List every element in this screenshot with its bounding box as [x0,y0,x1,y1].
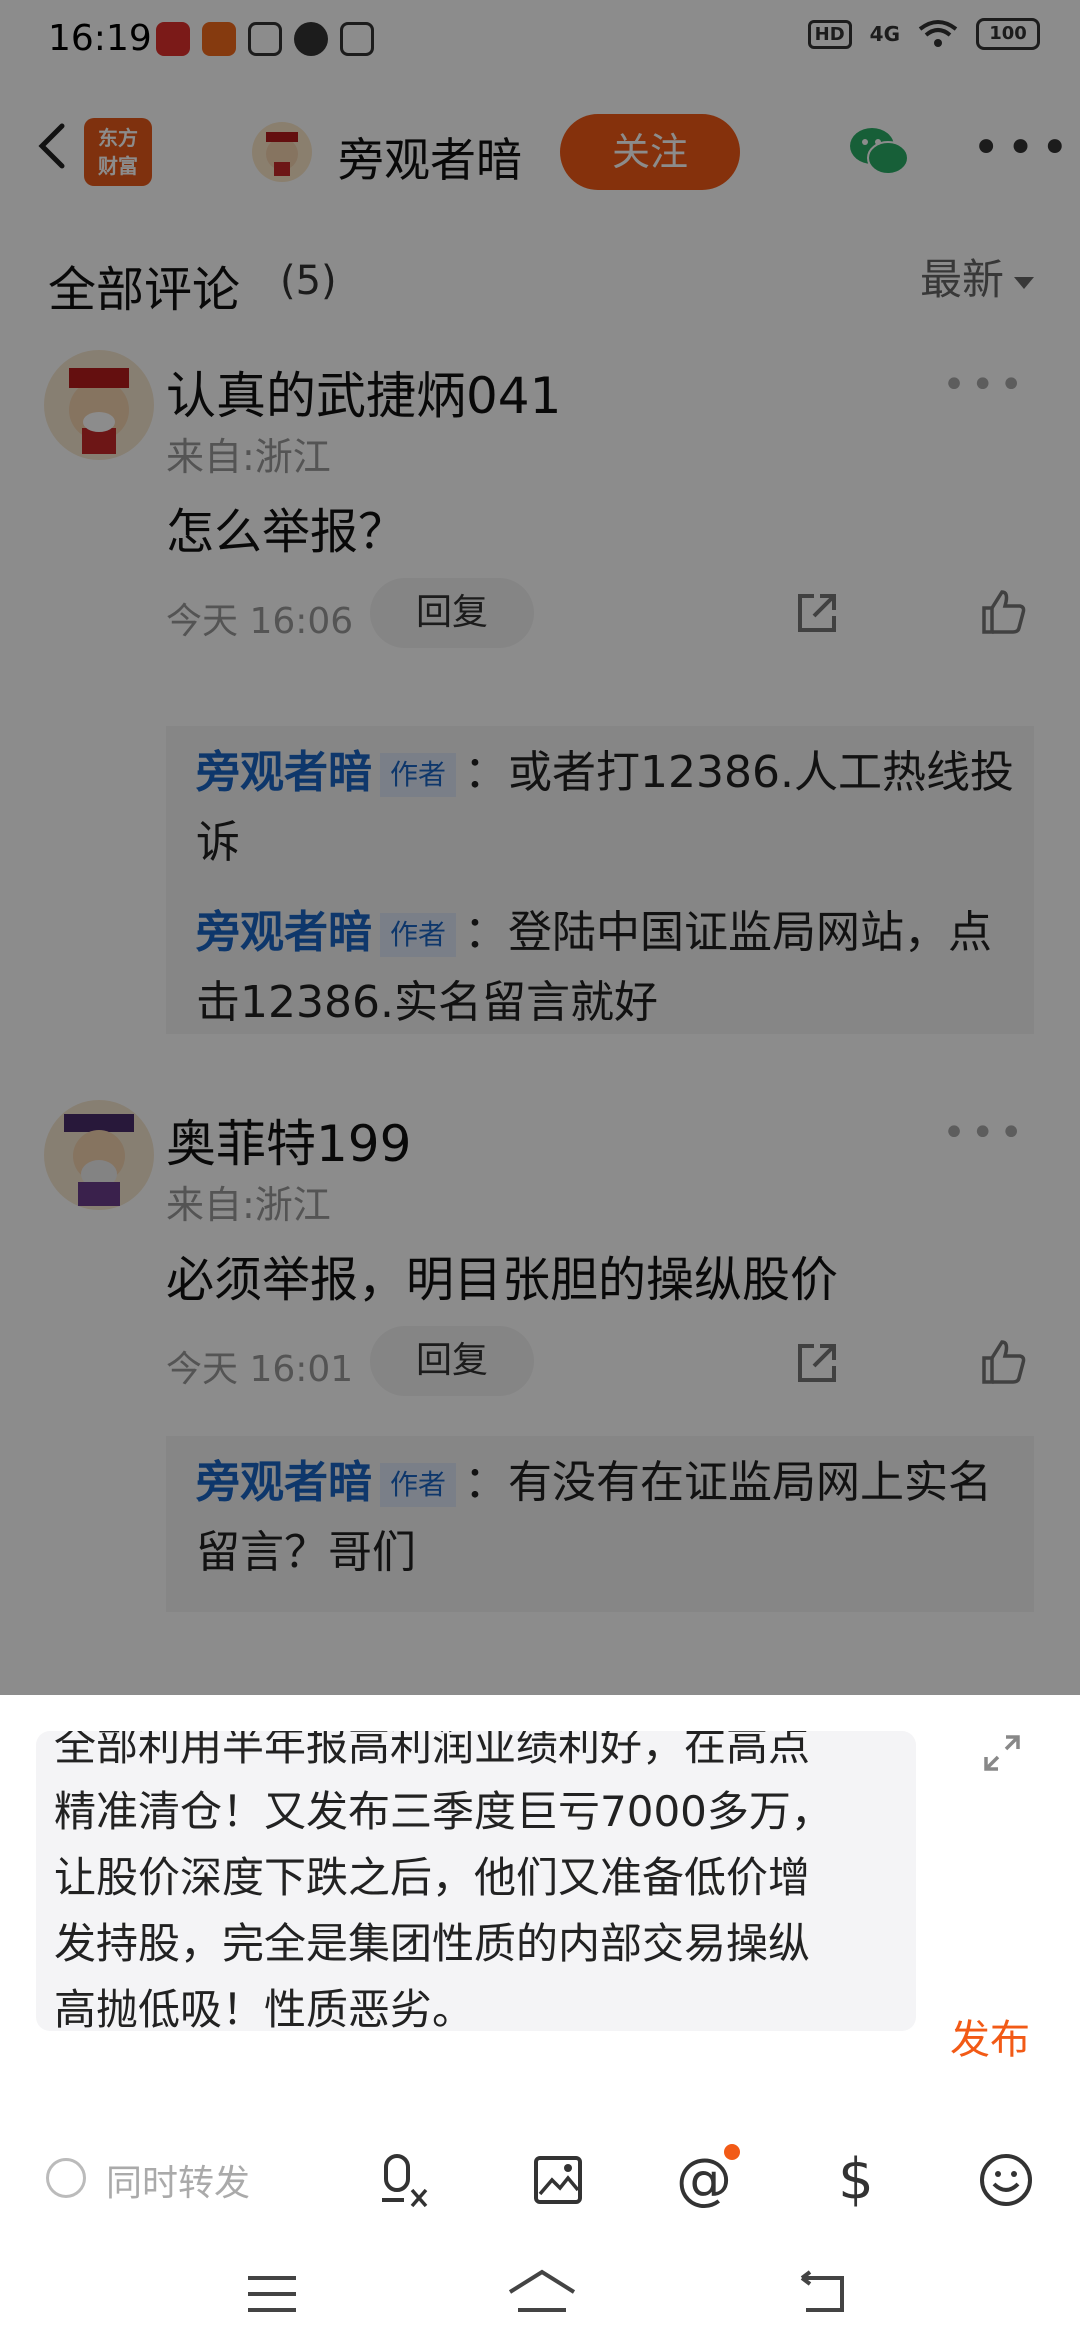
back-nav-icon[interactable] [792,2270,852,2320]
emoji-icon[interactable] [976,2150,1036,2210]
repost-checkbox[interactable] [46,2158,86,2198]
voice-to-text-icon[interactable] [374,2150,434,2210]
compose-sheet: 全部利用半年报高利润业绩利好，在高点 精准清仓！又发布三季度巨亏7000多万， … [0,1695,1080,2340]
comment-editor[interactable]: 全部利用半年报高利润业绩利好，在高点 精准清仓！又发布三季度巨亏7000多万， … [36,1731,916,2031]
home-icon[interactable] [504,2266,580,2320]
editor-text[interactable]: 全部利用半年报高利润业绩利好，在高点 精准清仓！又发布三季度巨亏7000多万， … [54,1731,904,2031]
publish-button[interactable]: 发布 [950,2007,1030,2065]
composer-toolbar: 同时转发 @ $ [0,2130,1080,2226]
repost-label[interactable]: 同时转发 [106,2154,250,2206]
page: 16:19 HD 4G 100 东方 财富 旁观者暗 关注 ••• 全部评论 (… [0,0,1080,2340]
editor-line: 全部利用半年报高利润业绩利好，在高点 [54,1731,811,1770]
dim-overlay[interactable] [0,0,1080,1695]
image-icon[interactable] [528,2150,588,2210]
mention-icon[interactable]: @ [674,2144,740,2210]
editor-line: 发持股，完全是集团性质的内部交易操纵 [54,1919,811,1968]
notification-dot [724,2144,740,2160]
menu-icon[interactable] [244,2270,300,2320]
system-nav-bar [0,2250,1080,2340]
expand-icon[interactable] [980,1731,1024,1775]
stock-symbol-icon[interactable]: $ [826,2150,886,2210]
editor-line: 让股价深度下跌之后，他们又准备低价增 [54,1853,811,1902]
editor-line: 高抛低吸！性质恶劣。 [54,1985,475,2031]
editor-line: 精准清仓！又发布三季度巨亏7000多万， [54,1787,833,1836]
